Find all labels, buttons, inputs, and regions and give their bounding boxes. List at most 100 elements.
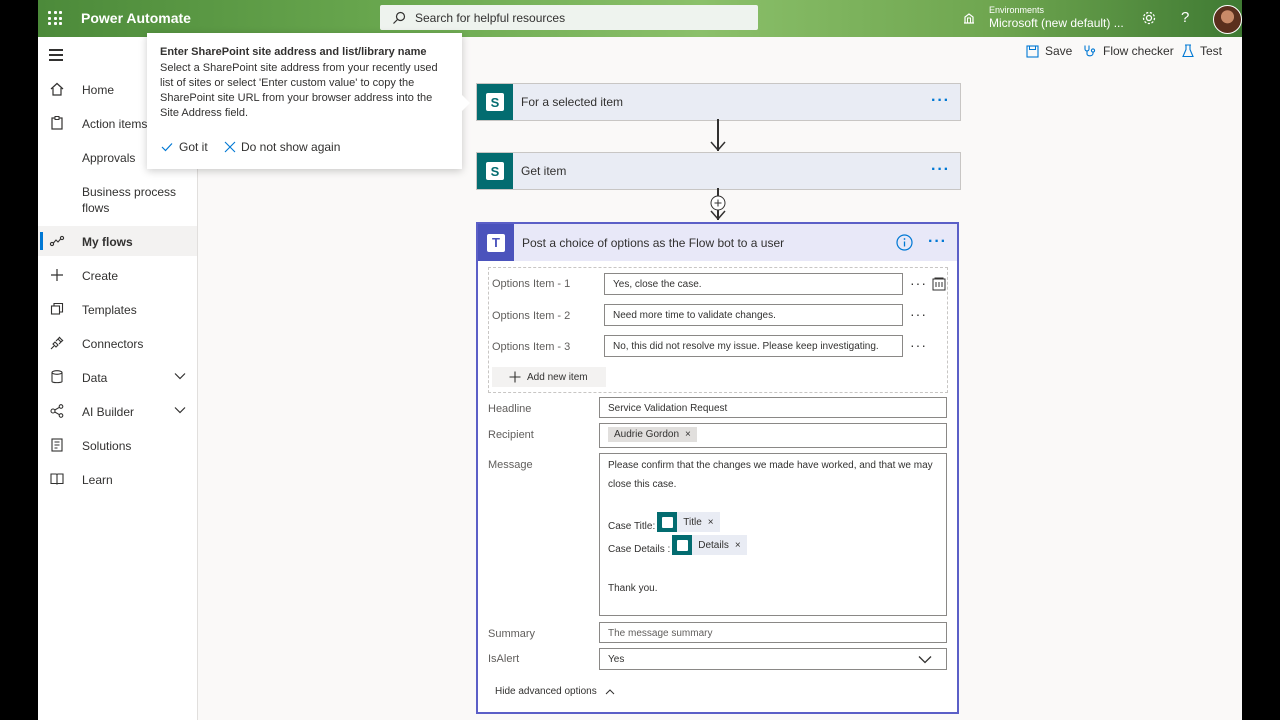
option-input-3[interactable]: No, this did not resolve my issue. Pleas… [604, 335, 903, 357]
app-name[interactable]: Power Automate [81, 10, 191, 26]
tip-title: Enter SharePoint site address and list/l… [160, 46, 427, 58]
option-label: Options Item - 2 [492, 310, 571, 322]
sharepoint-icon [672, 535, 693, 555]
token-label: Title [683, 516, 702, 528]
chevron-down-icon[interactable] [174, 406, 186, 414]
tip-body: Select a SharePoint site address from yo… [160, 62, 438, 119]
chevron-down-icon [918, 656, 932, 664]
user-avatar[interactable] [1213, 5, 1242, 34]
option-label: Options Item - 3 [492, 341, 571, 353]
more-options-icon[interactable]: ··· [931, 161, 950, 179]
sidebar-item-connectors[interactable]: Connectors [38, 328, 197, 358]
flows-icon [49, 235, 65, 247]
headline-input[interactable]: Service Validation Request [599, 397, 947, 418]
info-icon[interactable] [896, 234, 913, 251]
search-icon [393, 11, 406, 24]
app-launcher-icon[interactable] [48, 11, 62, 25]
sidebar-item-ai-builder[interactable]: AI Builder [38, 396, 197, 426]
sidebar-item-templates[interactable]: Templates [38, 294, 197, 324]
do-not-show-again-button[interactable]: Do not show again [224, 140, 340, 154]
card-title: Post a choice of options as the Flow bot… [522, 236, 785, 250]
token-label: Details [698, 539, 729, 551]
environment-label: Environments [989, 5, 1045, 15]
option-more-icon[interactable]: ··· [910, 275, 927, 291]
isalert-dropdown[interactable]: Yes [599, 648, 947, 670]
database-icon [51, 370, 63, 384]
chevron-down-icon[interactable] [174, 372, 186, 380]
option-input-1[interactable]: Yes, close the case. [604, 273, 903, 295]
case-details-line: Case Details : Details × [608, 535, 747, 555]
sidebar-item-label: Home [82, 83, 115, 97]
flow-checker-button[interactable]: Flow checker [1083, 44, 1174, 58]
recipient-input[interactable]: Audrie Gordon × [599, 423, 947, 448]
stethoscope-icon [1084, 45, 1096, 57]
option-label: Options Item - 1 [492, 278, 571, 290]
plus-icon [509, 371, 521, 383]
dismiss-x-icon [224, 141, 236, 153]
add-new-item-label: Add new item [527, 371, 588, 383]
sidebar-item-create[interactable]: Create [38, 260, 197, 290]
environment-picker[interactable]: Microsoft (new default) ... [989, 16, 1139, 30]
settings-gear-icon[interactable] [1141, 10, 1157, 26]
dynamic-content-token-title[interactable]: Title × [657, 512, 720, 532]
chevron-up-icon [605, 689, 615, 695]
save-label: Save [1045, 44, 1073, 58]
option-more-icon[interactable]: ··· [910, 337, 927, 353]
sidebar-item-solutions[interactable]: Solutions [38, 430, 197, 460]
templates-icon [50, 302, 64, 315]
sidebar-item-label: Business process flows [82, 185, 177, 215]
book-icon [50, 473, 64, 485]
arrow-down-icon [710, 141, 726, 152]
more-options-icon[interactable]: ··· [931, 92, 950, 110]
environment-icon [964, 13, 974, 24]
got-it-label: Got it [179, 140, 208, 154]
sidebar-item-my-flows[interactable]: My flows [38, 226, 197, 256]
beaker-icon [1182, 44, 1194, 58]
flow-checker-label: Flow checker [1103, 44, 1174, 58]
test-button[interactable]: Test [1182, 44, 1222, 58]
remove-token-icon[interactable]: × [708, 517, 714, 528]
isalert-label: IsAlert [488, 653, 520, 665]
hide-advanced-options-link[interactable]: Hide advanced options [495, 686, 615, 697]
hide-advanced-label: Hide advanced options [495, 686, 597, 697]
sidebar-item-business-process-flows[interactable]: Business process flows [38, 176, 197, 215]
sidebar-item-data[interactable]: Data [38, 362, 197, 392]
help-icon[interactable]: ? [1181, 9, 1189, 26]
teams-icon: T [478, 224, 514, 261]
test-label: Test [1200, 44, 1223, 58]
sharepoint-icon: S [477, 153, 513, 189]
save-button[interactable]: Save [1026, 44, 1072, 58]
summary-input[interactable]: The message summary [599, 622, 947, 643]
sidebar-item-learn[interactable]: Learn [38, 464, 197, 494]
option-input-2[interactable]: Need more time to validate changes. [604, 304, 903, 326]
home-icon [50, 82, 64, 96]
ai-builder-icon [50, 404, 64, 418]
card-title: Get item [521, 164, 567, 178]
collapse-menu-icon[interactable] [49, 49, 63, 64]
remove-token-icon[interactable]: × [735, 540, 741, 551]
card-title: For a selected item [521, 95, 624, 109]
options-array: Options Item - 1 Yes, close the case. ··… [488, 267, 948, 393]
sidebar-item-label: My flows [82, 235, 133, 249]
dynamic-content-token-details[interactable]: Details × [672, 535, 747, 555]
sidebar-item-label: Create [82, 269, 119, 283]
connector-plug-icon [50, 336, 64, 350]
message-editor[interactable]: Please confirm that the changes we made … [599, 453, 947, 616]
more-options-icon[interactable]: ··· [928, 233, 947, 251]
command-bar: Save Flow checker Test [1026, 44, 1241, 64]
recipient-label: Recipient [488, 429, 534, 441]
summary-label: Summary [488, 628, 536, 640]
recipient-token[interactable]: Audrie Gordon × [608, 427, 697, 442]
action-card-get-item[interactable]: S Get item ··· [476, 152, 961, 190]
got-it-button[interactable]: Got it [161, 140, 208, 154]
action-card-post-choice-options: T Post a choice of options as the Flow b… [476, 222, 959, 714]
trigger-card-for-a-selected-item[interactable]: S For a selected item ··· [476, 83, 961, 121]
sidebar-item-label: Approvals [82, 151, 136, 165]
remove-token-icon[interactable]: × [685, 429, 691, 440]
search-box[interactable]: Search for helpful resources [380, 5, 758, 30]
add-new-item-button[interactable]: Add new item [492, 367, 606, 387]
sidebar-item-label: Action items [82, 117, 148, 131]
option-more-icon[interactable]: ··· [910, 306, 927, 322]
delete-trash-icon[interactable] [932, 277, 946, 291]
case-title-label: Case Title: [608, 520, 656, 532]
